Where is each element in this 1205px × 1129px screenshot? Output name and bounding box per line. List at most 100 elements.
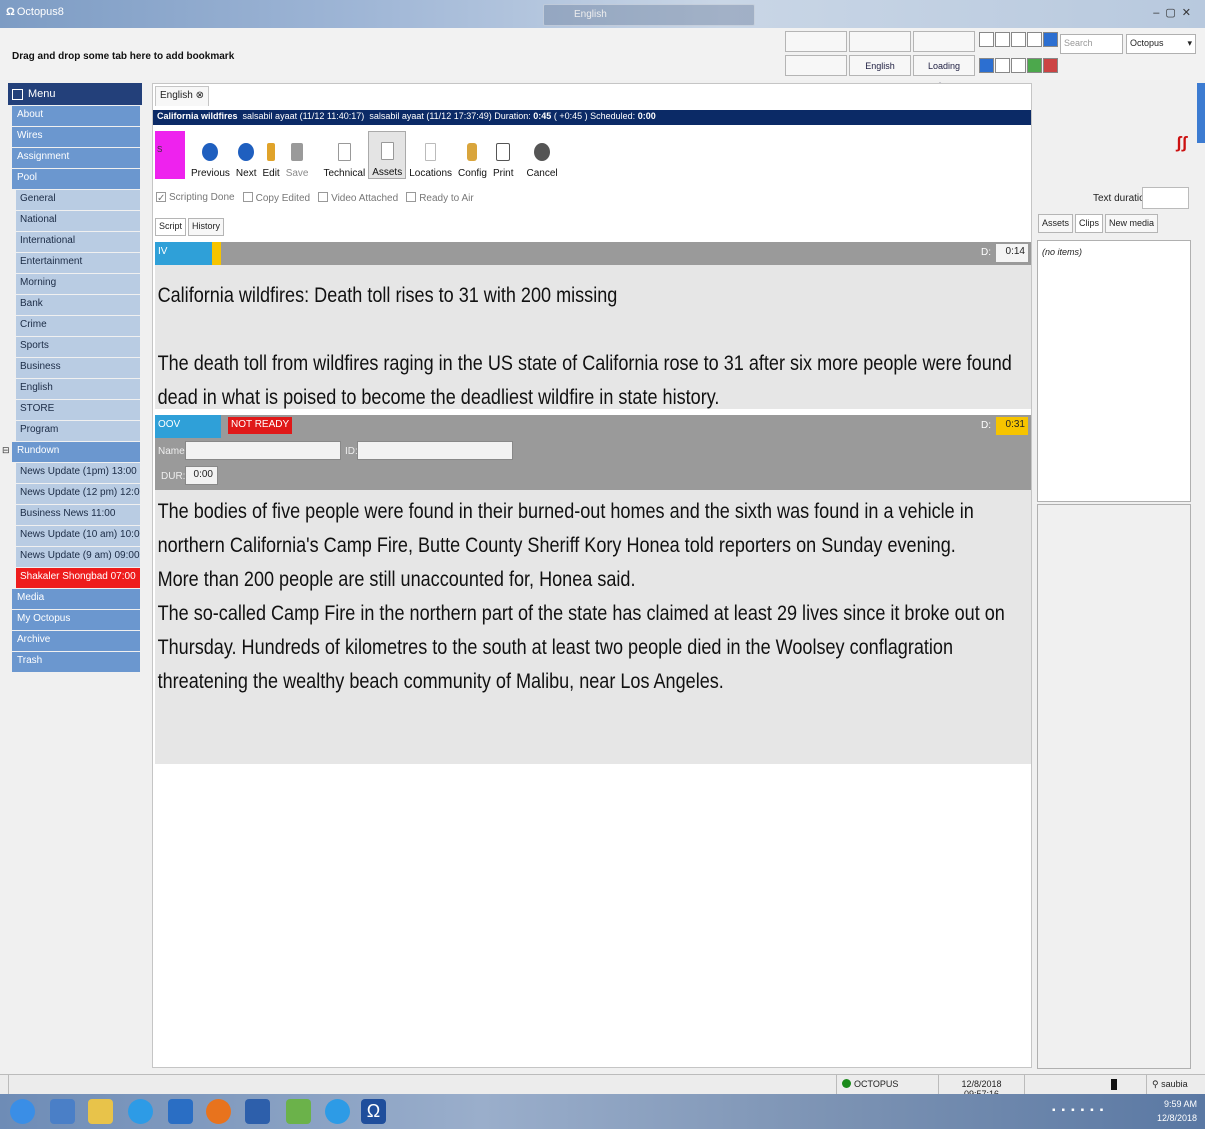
nav-assignment[interactable]: Assignment bbox=[12, 148, 140, 168]
segment-duration[interactable]: 0:14 bbox=[996, 244, 1028, 262]
segment-duration[interactable]: 0:31 bbox=[996, 417, 1028, 435]
status-badge: NOT READY bbox=[228, 417, 293, 434]
toolbar-slot-4[interactable] bbox=[785, 55, 847, 76]
app-icon[interactable] bbox=[168, 1099, 193, 1124]
story-toolbar: Previous Next Edit Save Technical Assets… bbox=[188, 131, 561, 179]
segment-text[interactable]: California wildfires: Death toll rises t… bbox=[155, 265, 1029, 415]
segment-text[interactable]: The bodies of five people were found in … bbox=[155, 490, 1029, 699]
pool-entertainment[interactable]: Entertainment bbox=[16, 253, 140, 273]
cancel-button[interactable]: Cancel bbox=[517, 131, 561, 179]
video-attached-checkbox[interactable]: Video Attached bbox=[318, 192, 398, 204]
menu-header[interactable]: Menu bbox=[8, 83, 142, 105]
octopus-logo-icon: Ω bbox=[6, 6, 15, 18]
filter-icon[interactable] bbox=[979, 58, 994, 73]
rundown-item[interactable]: News Update (9 am) 09:00 bbox=[16, 547, 140, 567]
print-button[interactable]: Print bbox=[490, 131, 517, 179]
side-panel-toggle[interactable] bbox=[1197, 83, 1205, 143]
nav-wires[interactable]: Wires bbox=[12, 127, 140, 147]
dur-field[interactable]: 0:00 bbox=[185, 466, 218, 485]
ready-to-air-checkbox[interactable]: Ready to Air bbox=[406, 192, 474, 204]
system-tray[interactable]: ▪▪▪▪▪▪ bbox=[1052, 1105, 1109, 1116]
folder-icon[interactable] bbox=[88, 1099, 113, 1124]
firefox-icon[interactable] bbox=[206, 1099, 231, 1124]
loading-rundown-slot[interactable]: Loading rundown... bbox=[913, 55, 975, 91]
previous-button[interactable]: Previous bbox=[188, 131, 233, 179]
config-button[interactable]: Config bbox=[455, 131, 490, 179]
start-icon[interactable] bbox=[10, 1099, 35, 1124]
nav-trash[interactable]: Trash bbox=[12, 652, 140, 672]
close-tools-icon[interactable] bbox=[1043, 58, 1058, 73]
pool-international[interactable]: International bbox=[16, 232, 140, 252]
browser-icon[interactable] bbox=[128, 1099, 153, 1124]
pool-crime[interactable]: Crime bbox=[16, 316, 140, 336]
toolbar-slot-1[interactable] bbox=[785, 31, 847, 52]
layout-grid-icon[interactable] bbox=[1011, 32, 1026, 47]
nav-pool[interactable]: Pool bbox=[12, 169, 140, 189]
segment-type[interactable]: OOV bbox=[155, 415, 221, 438]
status-user: ⚲ saubia bbox=[1146, 1075, 1205, 1094]
tab-script[interactable]: Script bbox=[155, 218, 187, 236]
tab-clips[interactable]: Clips bbox=[1075, 214, 1104, 233]
layout-single-icon[interactable] bbox=[979, 32, 994, 47]
id-field[interactable] bbox=[357, 441, 513, 460]
nav-rundown[interactable]: Rundown bbox=[12, 442, 140, 462]
nav-about[interactable]: About bbox=[12, 106, 140, 126]
copy-edited-checkbox[interactable]: Copy Edited bbox=[242, 192, 310, 204]
system-select[interactable]: Octopus ▾ bbox=[1126, 34, 1196, 54]
nav-archive[interactable]: Archive bbox=[12, 631, 140, 651]
find-icon[interactable] bbox=[1011, 58, 1026, 73]
tab-assets[interactable]: Assets bbox=[1038, 214, 1074, 233]
next-button[interactable]: Next bbox=[233, 131, 260, 179]
layout-quad-icon[interactable] bbox=[1027, 32, 1042, 47]
collapse-icon[interactable]: ⊟ bbox=[2, 445, 10, 456]
segment-type[interactable]: IV bbox=[155, 242, 221, 265]
search-input[interactable]: Search bbox=[1060, 34, 1123, 54]
pool-general[interactable]: General bbox=[16, 190, 140, 210]
document-icon[interactable] bbox=[995, 58, 1010, 73]
bookmark-hint: Drag and drop some tab here to add bookm… bbox=[12, 51, 235, 62]
tab-english[interactable]: English ⊗ bbox=[155, 86, 209, 106]
tab-new-media[interactable]: New media bbox=[1105, 214, 1159, 233]
rundown-item[interactable]: News Update (12 pm) 12:00 bbox=[16, 484, 140, 504]
refresh-icon[interactable] bbox=[1027, 58, 1042, 73]
assets-button[interactable]: Assets bbox=[368, 131, 407, 179]
media-player-icon[interactable] bbox=[50, 1099, 75, 1124]
layout-split-icon[interactable] bbox=[995, 32, 1010, 47]
word-icon[interactable] bbox=[245, 1099, 270, 1124]
name-field[interactable] bbox=[185, 441, 341, 460]
pool-morning[interactable]: Morning bbox=[16, 274, 140, 294]
pool-english[interactable]: English bbox=[16, 379, 140, 399]
rundown-item[interactable]: News Update (1pm) 13:00 bbox=[16, 463, 140, 483]
user-icon: ⚲ bbox=[1152, 1079, 1162, 1089]
notes-icon[interactable] bbox=[286, 1099, 311, 1124]
pool-program[interactable]: Program bbox=[16, 421, 140, 441]
nav-media[interactable]: Media bbox=[12, 589, 140, 609]
toolbar-slot-2[interactable] bbox=[849, 31, 911, 52]
monitor-icon[interactable] bbox=[1043, 32, 1058, 47]
clips-list[interactable]: (no items) bbox=[1037, 240, 1191, 502]
toolbar-slot-3[interactable] bbox=[913, 31, 975, 52]
text-duration-field[interactable] bbox=[1142, 187, 1189, 209]
window-controls[interactable]: –▢✕ bbox=[1153, 6, 1197, 19]
tab-history[interactable]: History bbox=[188, 218, 225, 236]
browser-icon[interactable] bbox=[325, 1099, 350, 1124]
nav-my-octopus[interactable]: My Octopus bbox=[12, 610, 140, 630]
scripting-done-checkbox[interactable]: ✓ Scripting Done bbox=[156, 192, 235, 204]
technical-button[interactable]: Technical bbox=[312, 131, 369, 179]
language-indicator[interactable]: English bbox=[543, 4, 755, 26]
rundown-item[interactable]: Business News 11:00 bbox=[16, 505, 140, 525]
pool-national[interactable]: National bbox=[16, 211, 140, 231]
octopus-taskbar-icon[interactable]: Ω bbox=[361, 1099, 386, 1124]
rundown-item[interactable]: News Update (10 am) 10:00 bbox=[16, 526, 140, 546]
pool-business[interactable]: Business bbox=[16, 358, 140, 378]
locations-button[interactable]: Locations bbox=[406, 131, 455, 179]
save-button[interactable]: Save bbox=[283, 131, 312, 179]
pool-bank[interactable]: Bank bbox=[16, 295, 140, 315]
edit-button[interactable]: Edit bbox=[259, 131, 282, 179]
english-slot[interactable]: English bbox=[849, 55, 911, 76]
rundown-item-active[interactable]: Shakaler Shongbad 07:00 bbox=[16, 568, 140, 588]
pool-store[interactable]: STORE bbox=[16, 400, 140, 420]
story-color-marker[interactable]: S bbox=[155, 131, 185, 179]
pool-sports[interactable]: Sports bbox=[16, 337, 140, 357]
tab-close-icon[interactable]: ⊗ bbox=[196, 90, 204, 101]
